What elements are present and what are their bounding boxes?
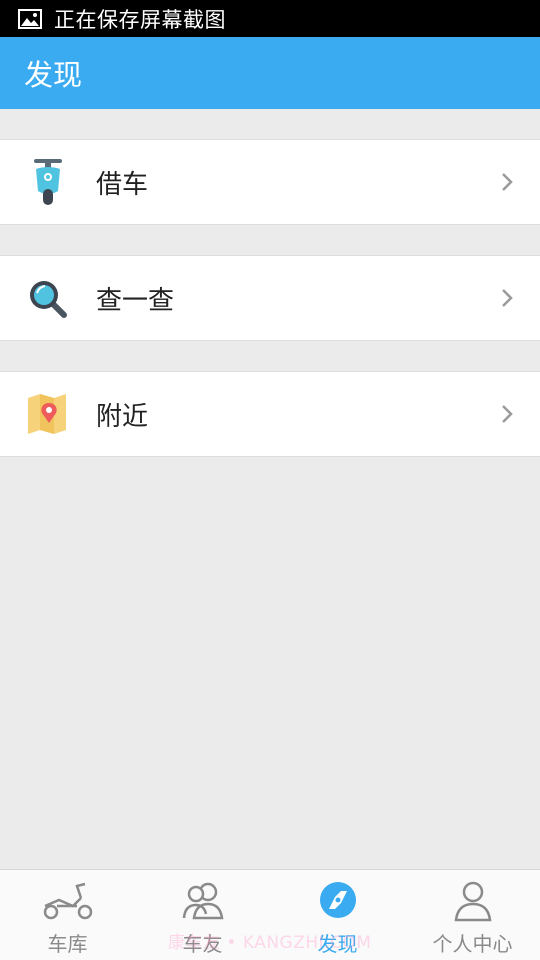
watermark: 康车友 • KANGZHI.COM bbox=[168, 933, 372, 953]
image-icon bbox=[18, 8, 42, 29]
status-text: 正在保存屏幕截图 bbox=[54, 7, 226, 32]
tab-profile[interactable]: 个人中心 bbox=[405, 870, 540, 960]
tab-garage[interactable]: 车库 bbox=[0, 870, 135, 960]
list-item-search[interactable]: 查一查 bbox=[0, 255, 540, 341]
tab-label: 车库 bbox=[47, 932, 88, 956]
scooter-icon bbox=[34, 159, 62, 205]
person-icon bbox=[454, 881, 491, 922]
discover-screen: 正在保存屏幕截图 发现 借车 查一查 附近 车库 车友 发现 个人中心 康车友 … bbox=[0, 0, 540, 960]
magnifier-icon bbox=[30, 281, 67, 318]
chevron-right-icon bbox=[502, 173, 513, 191]
list-item-label: 查一查 bbox=[96, 285, 175, 316]
scooter-outline-icon bbox=[43, 882, 92, 920]
map-pin-icon bbox=[28, 394, 66, 434]
list-item-nearby[interactable]: 附近 bbox=[0, 371, 540, 457]
list-item-label: 附近 bbox=[96, 401, 149, 432]
status-bar: 正在保存屏幕截图 bbox=[0, 0, 540, 37]
compass-icon bbox=[319, 882, 356, 918]
friends-icon bbox=[182, 882, 223, 920]
list-item-borrow[interactable]: 借车 bbox=[0, 139, 540, 225]
list-item-label: 借车 bbox=[96, 169, 149, 200]
chevron-right-icon bbox=[502, 405, 513, 423]
app-bar: 发现 bbox=[0, 37, 540, 109]
chevron-right-icon bbox=[502, 289, 513, 307]
page-title: 发现 bbox=[24, 58, 83, 92]
tab-label: 个人中心 bbox=[432, 932, 513, 956]
